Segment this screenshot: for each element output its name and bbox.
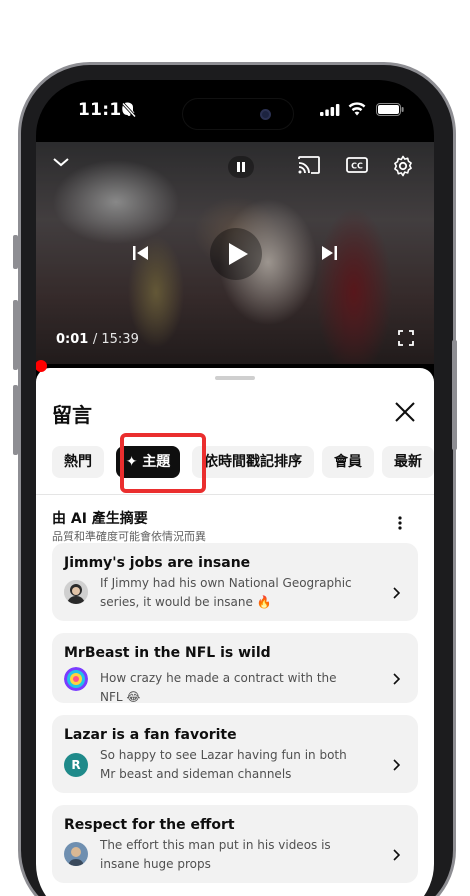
side-button [13, 235, 18, 269]
chevron-right-icon [393, 849, 400, 861]
comments-panel: 留言 熱門 ✦ 主題 依時間戳記排序 會員 最新 由 AI 產生摘要 品質和準確… [36, 368, 434, 896]
comments-title: 留言 [52, 403, 92, 427]
phone-screen: 11:10 CC 0:01 / 15:39 留言 熱門 ✦ 主題 依時間戳記排序… [36, 80, 434, 896]
chevron-right-icon [393, 673, 400, 685]
previous-icon[interactable] [132, 244, 150, 262]
topic-comment: How crazy he made a contract with the NF… [100, 671, 337, 704]
video-duration: / 15:39 [92, 332, 139, 347]
play-icon [229, 243, 248, 265]
svg-text:CC: CC [351, 162, 363, 171]
topic-card[interactable]: Lazar is a fan favorite R So happy to se… [52, 715, 418, 793]
silent-bell-icon [122, 102, 136, 118]
topic-comment: So happy to see Lazar having fun in both… [100, 748, 347, 781]
topic-card[interactable]: Jimmy's jobs are insane If Jimmy had his… [52, 543, 418, 621]
more-options-icon[interactable] [398, 516, 402, 530]
camera-icon [260, 109, 271, 120]
avatar [64, 842, 88, 866]
avatar: R [64, 753, 88, 777]
jimmy-avatar-icon [64, 580, 88, 604]
side-button [13, 385, 18, 455]
chip-newest[interactable]: 最新 [382, 446, 434, 478]
chevron-right-icon [393, 587, 400, 599]
colorful-avatar-icon [64, 667, 88, 691]
chip-members[interactable]: 會員 [322, 446, 374, 478]
chevron-right-icon [393, 759, 400, 771]
drag-handle[interactable] [215, 376, 255, 380]
video-time: 0:01 / 15:39 [56, 332, 139, 347]
wifi-icon [348, 102, 366, 116]
chevron-down-icon[interactable] [52, 156, 70, 168]
chip-topics[interactable]: ✦ 主題 [116, 446, 180, 478]
avatar [64, 580, 88, 604]
avatar [64, 667, 88, 691]
topic-title: Jimmy's jobs are insane [64, 555, 251, 571]
side-button [452, 340, 457, 450]
chip-timestamp-sort[interactable]: 依時間戳記排序 [192, 446, 314, 478]
chip-top[interactable]: 熱門 [52, 446, 104, 478]
topic-comment: The effort this man put in his videos is… [100, 838, 331, 871]
next-icon[interactable] [320, 244, 338, 262]
video-player[interactable]: CC 0:01 / 15:39 [36, 142, 434, 364]
topic-card[interactable]: MrBeast in the NFL is wild How crazy he … [52, 633, 418, 704]
topic-title: Lazar is a fan favorite [64, 727, 237, 743]
current-time: 0:01 [56, 332, 89, 347]
autoplay-toggle[interactable] [228, 156, 254, 178]
topic-title: MrBeast in the NFL is wild [64, 645, 271, 661]
close-icon[interactable] [394, 401, 416, 423]
captions-icon[interactable]: CC [346, 157, 368, 173]
status-bar: 11:10 [36, 80, 434, 142]
play-button[interactable] [210, 228, 262, 280]
battery-icon [376, 103, 404, 116]
side-button [13, 300, 18, 370]
person-avatar-icon [64, 842, 88, 866]
topic-card[interactable]: Respect for the effort The effort this m… [52, 805, 418, 883]
divider [36, 494, 434, 495]
topic-comment: If Jimmy had his own National Geographic… [100, 576, 352, 609]
dynamic-island [182, 98, 294, 130]
cast-icon[interactable] [298, 156, 320, 174]
settings-gear-icon[interactable] [392, 155, 414, 177]
topic-title: Respect for the effort [64, 817, 235, 833]
pause-small-icon [237, 162, 245, 172]
ai-summary-disclaimer: 品質和準確度可能會依情況而異 [52, 530, 206, 543]
cellular-signal-icon [320, 104, 340, 116]
ai-summary-title: 由 AI 產生摘要 [52, 511, 148, 527]
fullscreen-icon[interactable] [398, 330, 414, 346]
